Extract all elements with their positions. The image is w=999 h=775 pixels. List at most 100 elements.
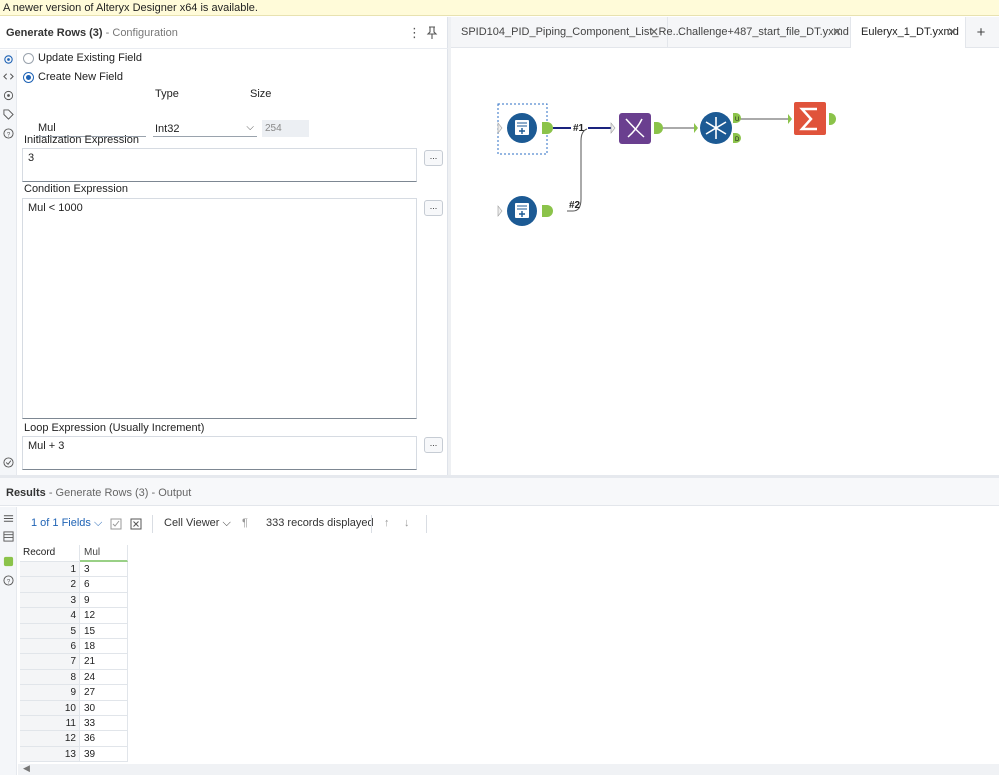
table-row[interactable]: 10 30 <box>20 700 128 716</box>
panel-suffix: - Configuration <box>105 27 178 39</box>
table-row[interactable]: 8 24 <box>20 669 128 686</box>
help-icon[interactable]: ? <box>3 128 14 139</box>
table-row[interactable]: 13 39 <box>20 746 128 763</box>
mul-cell[interactable]: 24 <box>80 669 128 686</box>
pin-icon[interactable] <box>426 26 438 40</box>
arrow-down-icon[interactable]: ↓ <box>404 517 410 529</box>
mul-cell[interactable]: 39 <box>80 746 128 763</box>
record-cell: 12 <box>20 731 80 747</box>
output-anchor[interactable] <box>829 113 836 125</box>
results-header: Results - Generate Rows (3) - Output <box>0 478 999 506</box>
close-icon[interactable]: ✕ <box>649 17 659 48</box>
arrow-up-icon[interactable]: ↑ <box>384 517 390 529</box>
tab-challenge-487[interactable]: Challenge+487_start_file_DT.yxmd ✕ <box>668 17 851 48</box>
mul-cell[interactable]: 9 <box>80 592 128 609</box>
mul-column-header[interactable]: Mul <box>80 545 128 562</box>
workflow-tabs: SPID104_PID_Piping_Component_List_Re... … <box>451 17 999 48</box>
toolbar-divider <box>426 515 427 533</box>
generate-rows-tool-1[interactable] <box>497 113 553 143</box>
tab-spid104[interactable]: SPID104_PID_Piping_Component_List_Re... … <box>451 17 682 48</box>
mul-cell[interactable]: 33 <box>80 715 128 732</box>
record-cell: 10 <box>20 700 80 716</box>
help-icon[interactable]: ? <box>3 575 14 586</box>
mul-cell[interactable]: 3 <box>80 562 128 578</box>
type-select[interactable]: Int32 ⌵ <box>153 120 257 137</box>
loop-expression-builder-button[interactable]: ... <box>424 437 443 453</box>
table-row[interactable]: 5 15 <box>20 623 128 639</box>
unique-tool[interactable]: U D <box>694 112 741 144</box>
update-notification-bar[interactable]: A newer version of Alteryx Designer x64 … <box>0 0 999 16</box>
input-anchor[interactable] <box>788 114 792 124</box>
output-anchor[interactable] <box>542 205 553 217</box>
table-row[interactable]: 12 36 <box>20 731 128 747</box>
record-column-header[interactable]: Record <box>20 545 80 562</box>
input-anchor[interactable] <box>497 205 503 217</box>
more-menu-icon[interactable]: ⋮ <box>408 25 421 41</box>
fields-dropdown-label: 1 of 1 Fields <box>31 517 91 529</box>
tab-euleryx-1[interactable]: Euleryx_1_DT.yxmd ✕ <box>851 17 966 48</box>
table-row[interactable]: 13 <box>20 562 128 578</box>
mul-cell[interactable]: 12 <box>80 608 128 624</box>
output-anchor-icon[interactable] <box>3 556 14 567</box>
table-row[interactable]: 39 <box>20 592 128 609</box>
output-anchor[interactable] <box>654 122 663 134</box>
connection-label-1: #1 <box>573 123 585 134</box>
mul-cell[interactable]: 15 <box>80 623 128 639</box>
update-existing-radio[interactable] <box>23 52 34 64</box>
multi-row-formula-tool[interactable] <box>610 113 663 144</box>
toolbar-divider <box>152 515 153 533</box>
list-icon[interactable] <box>3 513 14 524</box>
mul-cell[interactable]: 30 <box>80 700 128 716</box>
mul-cell[interactable]: 6 <box>80 577 128 593</box>
new-tab-button[interactable]: + <box>971 17 991 48</box>
mul-cell[interactable]: 18 <box>80 638 128 655</box>
table-row[interactable]: 7 21 <box>20 654 128 670</box>
table-icon[interactable] <box>3 531 14 542</box>
summarize-tool[interactable] <box>788 102 836 135</box>
update-existing-field-option[interactable]: Update Existing Field <box>23 51 142 65</box>
init-expression-builder-button[interactable]: ... <box>424 150 443 166</box>
create-new-field-option[interactable]: Create New Field <box>23 70 123 84</box>
table-row[interactable]: 11 33 <box>20 715 128 732</box>
code-icon[interactable] <box>3 71 14 82</box>
scroll-left-icon[interactable]: ◀ <box>23 763 30 774</box>
output-anchor[interactable] <box>542 122 553 134</box>
table-row[interactable]: 4 12 <box>20 608 128 624</box>
input-anchor[interactable] <box>610 122 616 134</box>
loop-expression-editor[interactable]: Mul + 3 <box>22 436 417 470</box>
table-row[interactable]: 26 <box>20 577 128 593</box>
gear-icon[interactable] <box>3 54 14 65</box>
record-cell: 7 <box>20 654 80 670</box>
configuration-header: Generate Rows (3) - Configuration ⋮ <box>0 17 448 49</box>
mul-cell[interactable]: 21 <box>80 654 128 670</box>
record-cell: 9 <box>20 685 80 701</box>
settings-circle-icon[interactable] <box>3 90 14 101</box>
input-anchor[interactable] <box>694 123 698 133</box>
pilcrow-icon[interactable]: ¶ <box>242 517 248 529</box>
condition-expression-builder-button[interactable]: ... <box>424 200 443 216</box>
tag-icon[interactable] <box>3 109 14 120</box>
record-cell: 3 <box>20 592 80 609</box>
create-new-radio[interactable] <box>23 71 34 83</box>
close-icon[interactable]: ✕ <box>832 17 842 48</box>
checkbox-icon[interactable] <box>110 518 122 530</box>
close-icon[interactable]: ✕ <box>947 17 957 48</box>
check-circle-icon[interactable] <box>3 457 14 468</box>
cell-viewer-dropdown[interactable]: Cell Viewer ⌵ <box>164 517 231 530</box>
table-row[interactable]: 9 27 <box>20 685 128 701</box>
condition-expression-editor[interactable]: Mul < 1000 <box>22 198 417 419</box>
results-title: Results - Generate Rows (3) - Output <box>6 487 191 499</box>
generate-rows-tool-2[interactable] <box>497 196 553 226</box>
clear-filter-icon[interactable] <box>130 518 142 530</box>
record-cell: 8 <box>20 669 80 686</box>
workflow-canvas[interactable]: #1 #2 U D <box>451 49 999 475</box>
fields-dropdown[interactable]: 1 of 1 Fields ⌵ <box>31 517 102 530</box>
type-select-value: Int32 <box>155 123 180 135</box>
table-row[interactable]: 6 18 <box>20 638 128 655</box>
init-expression-editor[interactable]: 3 <box>22 148 417 182</box>
mul-cell[interactable]: 36 <box>80 731 128 747</box>
mul-cell[interactable]: 27 <box>80 685 128 701</box>
input-anchor[interactable] <box>497 122 503 134</box>
horizontal-scrollbar[interactable]: ◀ <box>18 763 999 775</box>
condition-expression-label: Condition Expression <box>24 183 128 195</box>
